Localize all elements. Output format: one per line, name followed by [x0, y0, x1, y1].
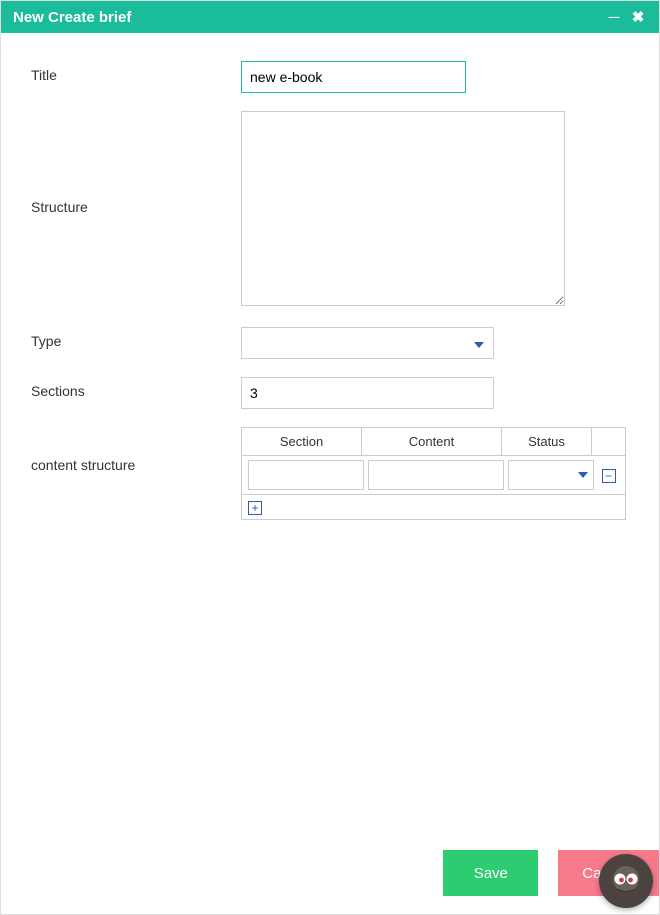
grid-header-content: Content [362, 428, 502, 455]
grid-status-select[interactable] [508, 460, 594, 490]
grid-header-section: Section [242, 428, 362, 455]
grid-header-status: Status [502, 428, 592, 455]
content-structure-label: content structure [31, 427, 241, 473]
type-label: Type [31, 327, 241, 349]
save-button[interactable]: Save [443, 850, 538, 896]
title-input[interactable] [241, 61, 466, 93]
grid-row: − [242, 456, 625, 495]
title-label: Title [31, 61, 241, 83]
assistant-avatar-icon[interactable] [599, 854, 653, 908]
grid-content-input[interactable] [368, 460, 504, 490]
form-body: Title Structure Type Sections content st… [1, 33, 659, 558]
content-structure-grid: Section Content Status [241, 427, 626, 520]
structure-textarea[interactable] [241, 111, 565, 306]
sections-label: Sections [31, 377, 241, 399]
type-select[interactable] [241, 327, 494, 359]
window-titlebar: New Create brief ─ ✖ [1, 1, 659, 33]
structure-label: Structure [31, 111, 241, 215]
remove-row-icon[interactable]: − [602, 469, 616, 483]
minimize-icon[interactable]: ─ [605, 9, 623, 26]
window-title: New Create brief [13, 9, 131, 26]
close-icon[interactable]: ✖ [629, 8, 647, 26]
add-row-icon[interactable]: + [248, 501, 262, 515]
grid-section-input[interactable] [248, 460, 364, 490]
grid-header-action [592, 428, 625, 455]
sections-input[interactable] [241, 377, 494, 409]
